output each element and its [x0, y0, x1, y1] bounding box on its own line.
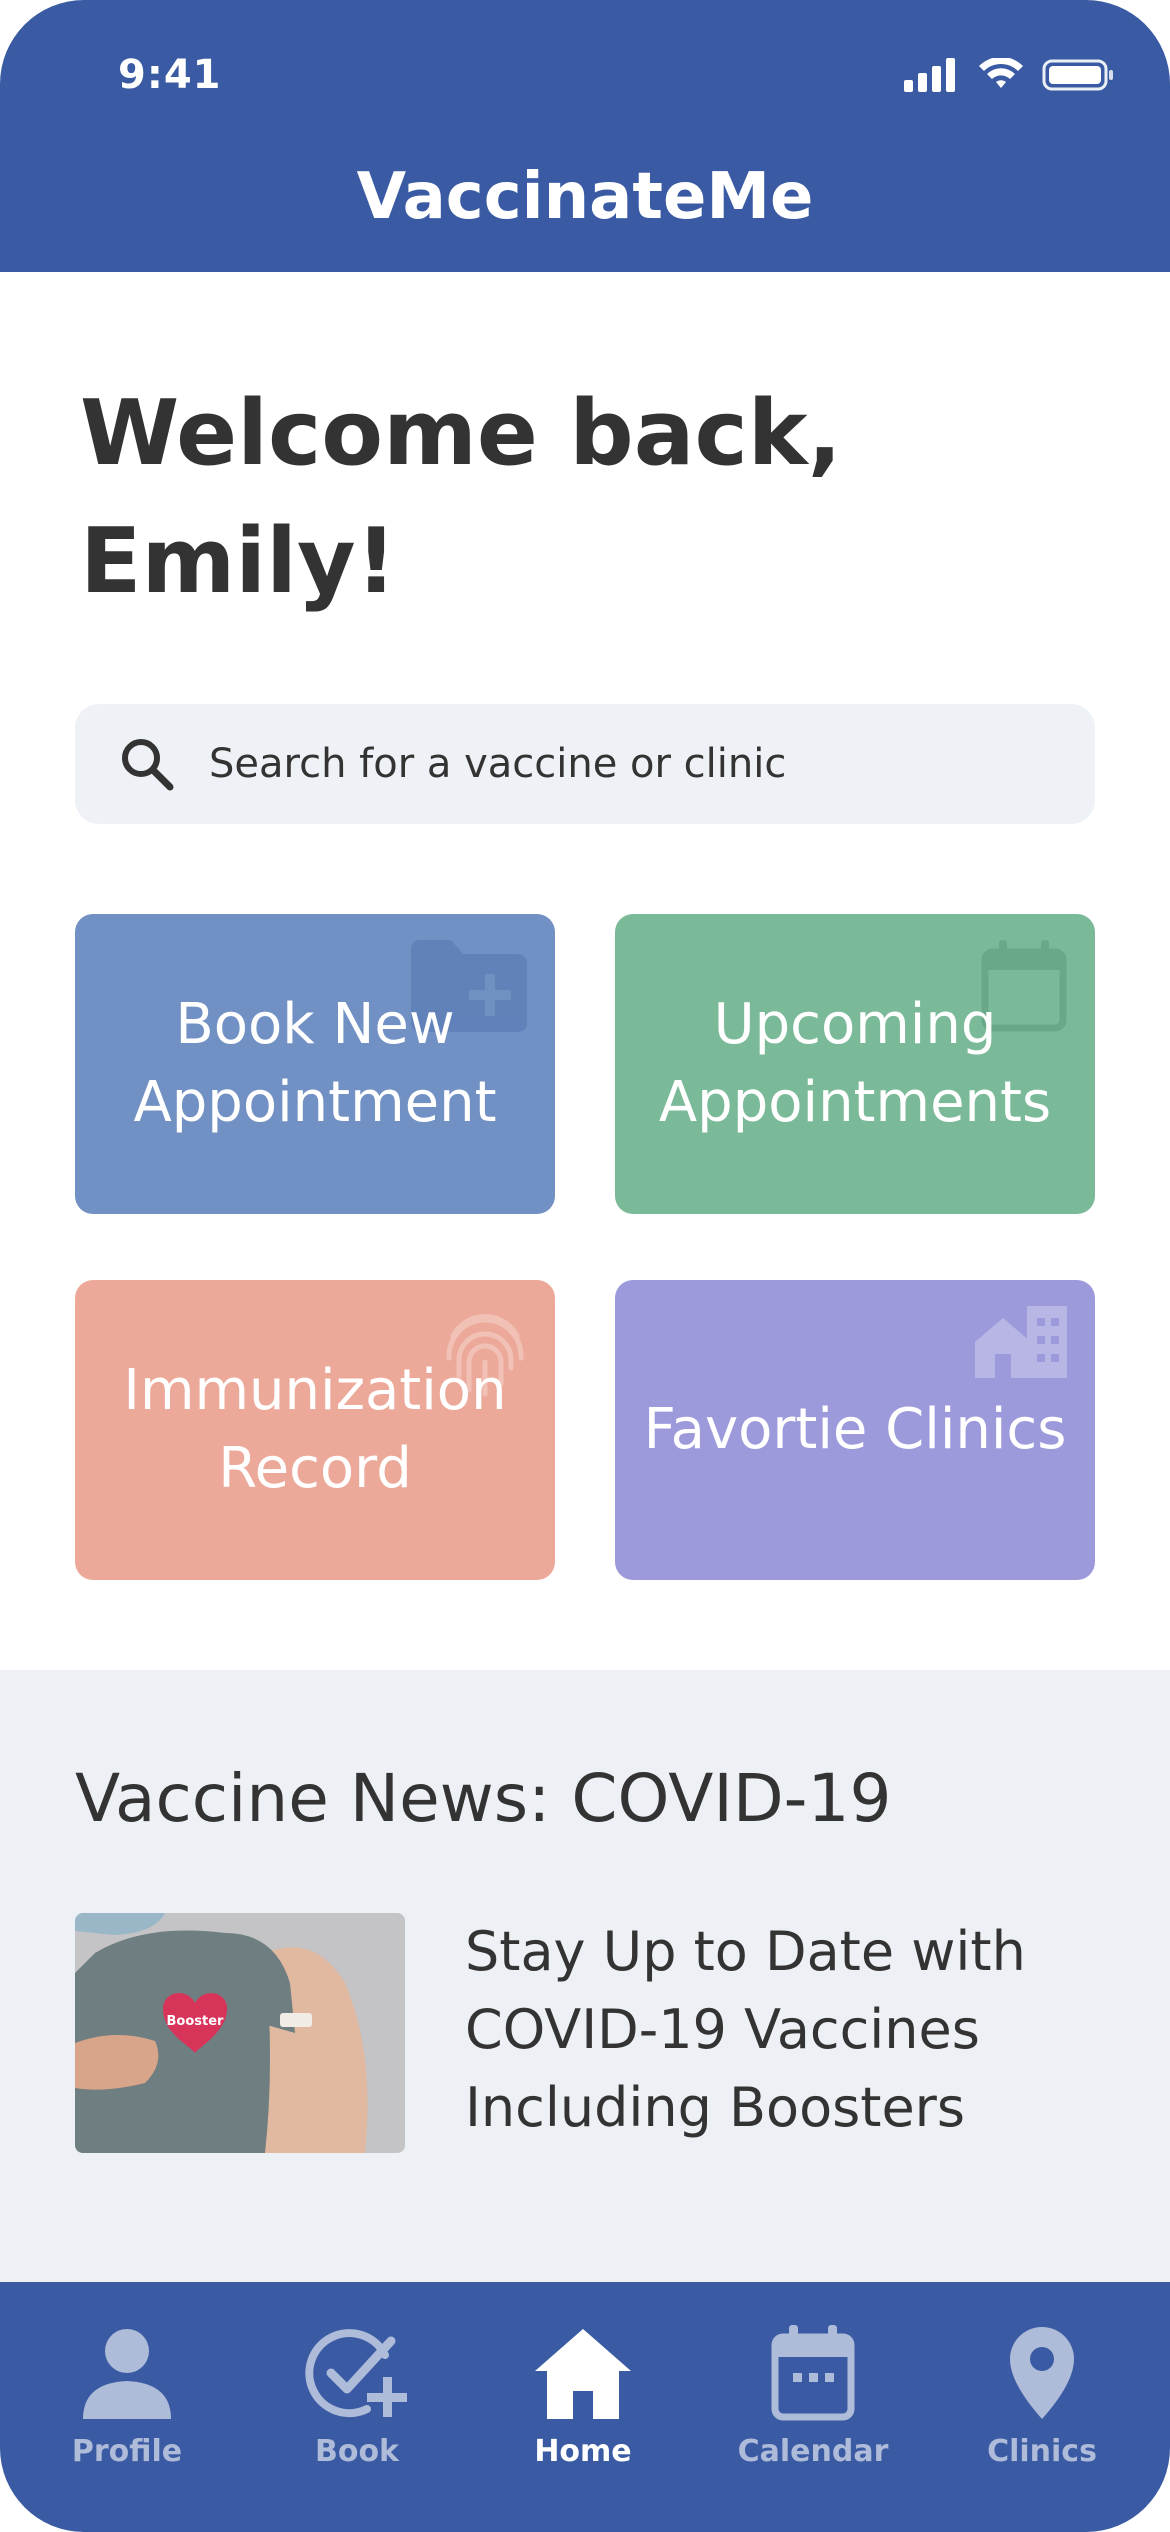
app-screen: 9:41 VaccinateMe Welcome back, Emily! Se…: [0, 0, 1170, 2532]
tab-label: Book: [314, 2434, 400, 2469]
news-section: Vaccine News: COVID-19 Booster Stay Up t…: [0, 1670, 1170, 2282]
search-input[interactable]: [207, 740, 1071, 788]
signal-icon: [904, 58, 960, 96]
news-heading: Vaccine News: COVID-19: [75, 1760, 892, 1837]
status-time: 9:41: [118, 52, 222, 98]
tab-label: Home: [534, 2434, 632, 2469]
tab-home[interactable]: Home: [483, 2318, 683, 2469]
calendar-icon: [758, 2318, 868, 2428]
tab-label: Calendar: [737, 2434, 889, 2469]
tab-book[interactable]: Book: [257, 2318, 457, 2469]
wifi-icon: [978, 56, 1024, 96]
status-icons: [904, 56, 1114, 96]
tile-label: Book New Appointment: [133, 992, 497, 1135]
check-plus-icon: [302, 2318, 412, 2428]
welcome-line-1: Welcome back,: [80, 381, 842, 486]
building-icon: [975, 1306, 1067, 1399]
app-title: VaccinateMe: [356, 160, 814, 234]
favorite-clinics-tile[interactable]: Favortie Clinics: [615, 1280, 1095, 1580]
app-header: 9:41 VaccinateMe: [0, 0, 1170, 272]
person-icon: [72, 2318, 182, 2428]
news-article-headline[interactable]: Stay Up to Date with COVID-19 Vaccines I…: [465, 1913, 1125, 2147]
upcoming-appointments-tile[interactable]: Upcoming Appointments: [615, 914, 1095, 1214]
book-new-appointment-tile[interactable]: Book New Appointment: [75, 914, 555, 1214]
search-icon: [115, 732, 179, 796]
location-pin-icon: [987, 2318, 1097, 2428]
tab-label: Clinics: [987, 2434, 1097, 2469]
tile-label: Upcoming Appointments: [658, 992, 1052, 1135]
welcome-user-name: Emily!: [80, 509, 397, 614]
search-bar[interactable]: [75, 704, 1095, 824]
news-article-image[interactable]: Booster: [75, 1913, 405, 2153]
tab-label: Profile: [71, 2434, 183, 2469]
immunization-record-tile[interactable]: Immunization Record: [75, 1280, 555, 1580]
bottom-tab-bar: Profile Book Home Calendar Clinics: [0, 2282, 1170, 2532]
tile-label: Immunization Record: [123, 1358, 507, 1501]
tab-calendar[interactable]: Calendar: [713, 2318, 913, 2469]
tab-clinics[interactable]: Clinics: [942, 2318, 1142, 2469]
tab-profile[interactable]: Profile: [27, 2318, 227, 2469]
welcome-heading: Welcome back, Emily!: [80, 370, 980, 626]
tile-label: Favortie Clinics: [643, 1397, 1067, 1462]
booster-badge-text: Booster: [167, 2014, 225, 2029]
home-icon: [528, 2318, 638, 2428]
battery-icon: [1042, 58, 1114, 96]
